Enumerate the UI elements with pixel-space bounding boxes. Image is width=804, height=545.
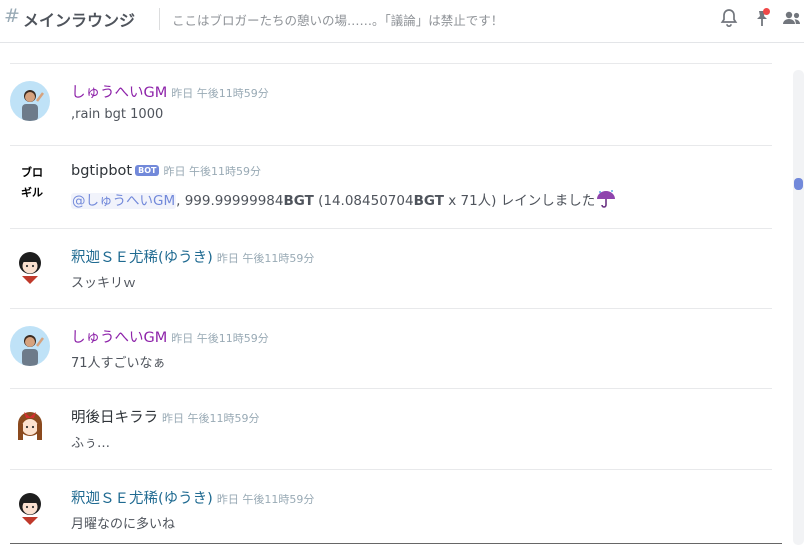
currency-unit: BGT: [413, 193, 444, 209]
message-item: 釈迦ＳＥ尤稀(ゆうき) 昨日 午後11時59分 スッキリｗ: [0, 230, 780, 308]
username-text[interactable]: 釈迦ＳＥ尤稀(ゆうき): [71, 250, 213, 266]
message-item: ブロ ギル bgtipbot BOT 昨日 午後11時59分 @しゅうへいGM, 99…: [0, 147, 780, 225]
bot-tag: BOT: [135, 165, 160, 176]
username[interactable]: 釈迦ＳＥ尤稀(ゆうき) 昨日 午後11時59分: [71, 246, 314, 267]
pin-icon[interactable]: [751, 7, 773, 29]
channel-name: メインラウンジ: [23, 11, 136, 30]
username[interactable]: 釈迦ＳＥ尤稀(ゆうき) 昨日 午後11時59分: [71, 487, 314, 508]
members-icon[interactable]: [780, 7, 802, 29]
timestamp: 昨日 午後11時59分: [216, 252, 315, 265]
message-text: ふぅ…: [71, 436, 111, 451]
rain-amount: , 999.99999984: [176, 193, 284, 209]
timestamp: 昨日 午後11時59分: [171, 87, 269, 100]
composer-divider: [10, 543, 782, 544]
timestamp: 昨日 午後11時59分: [171, 332, 269, 345]
timestamp: 昨日 午後11時59分: [216, 493, 315, 506]
message-divider: [10, 469, 772, 470]
rain-suffix: x 71人) レインしました: [443, 193, 596, 209]
message-divider: [10, 228, 772, 229]
avatar[interactable]: [10, 81, 50, 121]
avatar[interactable]: [10, 326, 50, 366]
currency-unit: BGT: [283, 193, 314, 209]
username[interactable]: 明後日キララ 昨日 午後11時59分: [71, 406, 260, 427]
rain-per-user: (14.08450704: [313, 193, 414, 209]
username-text[interactable]: しゅうへいGM: [71, 330, 167, 346]
scrollbar-track[interactable]: [793, 70, 804, 545]
username-text[interactable]: bgtipbot: [71, 163, 132, 179]
unread-dot: [763, 8, 770, 15]
message-divider: [10, 388, 772, 389]
message-item: 釈迦ＳＥ尤稀(ゆうき) 昨日 午後11時59分 月曜なのに多いね: [0, 471, 780, 545]
timestamp: 昨日 午後11時59分: [162, 412, 260, 425]
message-text: 月曜なのに多いね: [71, 517, 176, 532]
channel-header: # メインラウンジ ここはブロガーたちの憩いの場……。「議論」は禁止です！: [0, 0, 804, 43]
message-text: ,rain bgt 1000: [71, 107, 164, 122]
username[interactable]: しゅうへいGM 昨日 午後11時59分: [71, 326, 269, 347]
message-divider: [10, 63, 772, 64]
avatar[interactable]: [10, 487, 50, 527]
message-text: @しゅうへいGM, 999.99999984BGT (14.08450704BG…: [71, 189, 617, 209]
username[interactable]: bgtipbot BOT 昨日 午後11時59分: [71, 163, 261, 179]
channel-topic: ここはブロガーたちの憩いの場……。「議論」は禁止です！: [172, 13, 504, 28]
avatar[interactable]: ブロ ギル: [17, 163, 47, 203]
scrollbar-thumb[interactable]: [794, 178, 803, 190]
user-mention[interactable]: @しゅうへいGM: [71, 193, 177, 209]
bell-icon[interactable]: [718, 7, 740, 29]
message-list: しゅうへいGM 昨日 午後11時59分 ,rain bgt 1000 ブロ ギル b…: [0, 43, 790, 545]
message-divider: [10, 145, 772, 146]
username[interactable]: しゅうへいGM 昨日 午後11時59分: [71, 81, 269, 102]
avatar[interactable]: [10, 406, 50, 446]
username-text[interactable]: しゅうへいGM: [71, 85, 167, 101]
message-item: しゅうへいGM 昨日 午後11時59分 71人すごいなぁ: [0, 310, 780, 388]
timestamp: 昨日 午後11時59分: [163, 165, 261, 178]
username-text[interactable]: 明後日キララ: [71, 410, 158, 426]
message-divider: [10, 308, 772, 309]
message-text: スッキリｗ: [71, 276, 137, 291]
message-item: しゅうへいGM 昨日 午後11時59分 ,rain bgt 1000: [0, 65, 780, 143]
username-text[interactable]: 釈迦ＳＥ尤稀(ゆうき): [71, 491, 213, 507]
header-divider: [159, 8, 160, 30]
channel-hash-icon: #: [4, 5, 20, 27]
avatar[interactable]: [10, 246, 50, 286]
umbrella-icon: [595, 189, 617, 209]
message-text: 71人すごいなぁ: [71, 356, 166, 371]
message-item: 明後日キララ 昨日 午後11時59分 ふぅ…: [0, 390, 780, 468]
